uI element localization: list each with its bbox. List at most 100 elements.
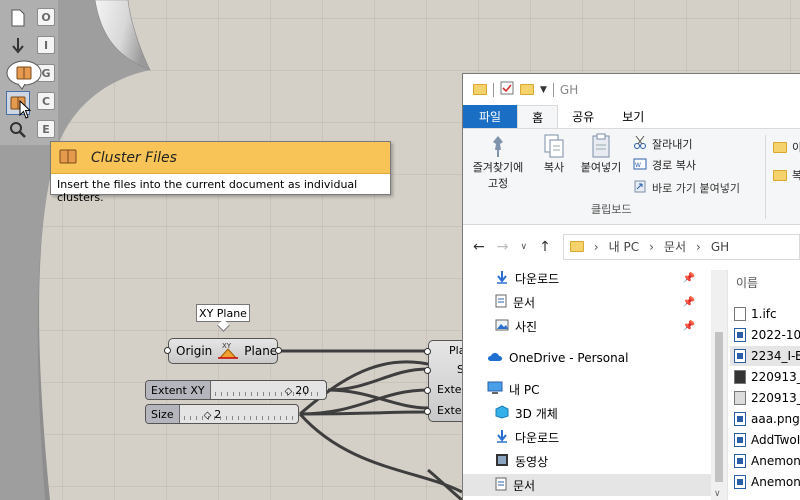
file-item[interactable]: aaa.png: [734, 409, 800, 429]
tab-view[interactable]: 보기: [608, 105, 658, 128]
copy-button[interactable]: 복사: [537, 133, 571, 175]
file-item[interactable]: 2234_I-B: [730, 346, 800, 366]
slider-value[interactable]: 2: [200, 408, 221, 421]
svg-text:W: W: [635, 162, 641, 169]
properties-check-icon[interactable]: [500, 81, 514, 98]
3d-objects-icon: [495, 404, 509, 422]
folder-icon: [473, 84, 487, 95]
slider-track[interactable]: 20: [211, 381, 326, 399]
download-icon: [495, 429, 509, 446]
file-icon: [734, 307, 746, 321]
file-icon: [734, 475, 746, 489]
key-i[interactable]: I: [37, 36, 55, 54]
nav-item-label: 사진: [515, 319, 538, 334]
wire-extent-1: [327, 367, 429, 392]
key-e[interactable]: E: [37, 120, 55, 138]
file-name: 220913_: [751, 370, 800, 384]
address-bar[interactable]: › 내 PC › 문서 › GH: [562, 233, 800, 260]
tab-share[interactable]: 공유: [558, 105, 608, 128]
pin-label: 즐겨찾기에 고정: [472, 161, 524, 190]
nav-item-3d-objects[interactable]: 3D 개체: [495, 402, 558, 424]
tab-home[interactable]: 홈: [517, 105, 559, 128]
copy-to-button[interactable]: 복: [773, 167, 800, 183]
up-arrow-icon[interactable]: ↑: [539, 239, 551, 255]
nav-item-downloads-pc[interactable]: 다운로드: [495, 426, 559, 448]
file-item[interactable]: 220913_: [734, 367, 800, 387]
svg-text:XY: XY: [222, 342, 232, 350]
column-header-name[interactable]: 이름: [736, 274, 758, 291]
window-title: GH: [559, 82, 579, 97]
file-item[interactable]: Anemon: [734, 472, 800, 492]
nav-item-documents-pc[interactable]: 문서: [463, 474, 711, 496]
forward-arrow-icon[interactable]: →: [497, 239, 509, 255]
paste-shortcut-button[interactable]: 바로 가기 붙여넣기: [633, 179, 740, 196]
nav-scrollbar[interactable]: ∨: [711, 270, 727, 500]
breadcrumb-this-pc[interactable]: 내 PC: [609, 238, 639, 255]
pin-icon[interactable]: 📌: [683, 297, 695, 308]
cluster-bubble-icon[interactable]: [6, 60, 44, 90]
slider-name: Extent XY: [146, 381, 211, 399]
file-list[interactable]: 이름 1.ifc 2022-10 2234_I-B 220913_ 220913…: [727, 270, 800, 500]
cut-button[interactable]: 잘라내기: [633, 135, 692, 152]
key-c[interactable]: C: [37, 92, 55, 110]
navigation-pane[interactable]: 다운로드 📌 문서 📌 사진 📌 OneDrive - Personal 내 P…: [463, 270, 727, 500]
breadcrumb-gh[interactable]: GH: [711, 240, 729, 254]
file-item[interactable]: 2022-10: [734, 325, 800, 345]
scrollbar-thumb[interactable]: [715, 332, 723, 482]
magnifier-icon[interactable]: [8, 120, 28, 140]
extent-xy-slider[interactable]: Extent XY 20: [145, 380, 327, 400]
pin-icon: [487, 133, 509, 159]
move-to-label: 이: [792, 139, 800, 155]
file-name: aaa.png: [751, 412, 800, 426]
xy-plane-component[interactable]: Origin XY Plane: [164, 338, 282, 364]
paste-button[interactable]: 붙여넣기: [575, 133, 627, 175]
input-port[interactable]: [424, 408, 431, 415]
file-item[interactable]: AddTwoI: [734, 430, 800, 450]
copy-folder-icon: [773, 169, 787, 181]
input-port[interactable]: [424, 367, 431, 374]
file-item[interactable]: Anemon: [734, 451, 800, 471]
slider-track[interactable]: 2: [180, 405, 298, 423]
quick-access-dropdown-icon[interactable]: ▼: [540, 85, 547, 95]
nav-item-this-pc[interactable]: 내 PC: [487, 378, 539, 400]
nav-item-downloads[interactable]: 다운로드 📌: [495, 267, 711, 289]
title-bar[interactable]: ▼ GH: [463, 74, 800, 105]
file-item[interactable]: 1.ifc: [734, 304, 777, 324]
document-icon: [495, 477, 507, 494]
recent-dropdown-icon[interactable]: ∨: [520, 242, 527, 252]
copy-path-icon: W: [633, 158, 647, 173]
pin-icon[interactable]: 📌: [683, 321, 695, 332]
back-arrow-icon[interactable]: ←: [473, 239, 485, 255]
nav-item-label: OneDrive - Personal: [509, 351, 629, 365]
nav-item-onedrive[interactable]: OneDrive - Personal: [487, 347, 628, 369]
input-port[interactable]: [424, 387, 431, 394]
nav-item-pictures[interactable]: 사진 📌: [495, 315, 711, 337]
slider-value[interactable]: 20: [281, 384, 309, 397]
file-explorer-window[interactable]: ▼ GH 파일 홈 공유 보기 즐겨찾기에 고정 복사 붙여넣기 잘라내기 W …: [462, 73, 800, 500]
paste-shortcut-icon: [633, 179, 647, 196]
scroll-down-icon[interactable]: ∨: [714, 489, 721, 499]
explorer-body: 다운로드 📌 문서 📌 사진 📌 OneDrive - Personal 내 P…: [463, 270, 800, 500]
nav-item-documents[interactable]: 문서 📌: [495, 291, 711, 313]
plane-output-port[interactable]: [275, 347, 282, 354]
pin-to-quick-access-button[interactable]: 즐겨찾기에 고정: [469, 133, 527, 191]
nav-item-videos[interactable]: 동영상: [495, 450, 548, 472]
file-icon: [734, 328, 746, 342]
cluster-icon: [59, 148, 77, 167]
origin-input-port[interactable]: [164, 347, 171, 354]
new-folder-icon[interactable]: [520, 84, 534, 95]
key-o[interactable]: O: [37, 8, 55, 26]
input-port[interactable]: [424, 348, 431, 355]
file-name: 1.ifc: [751, 307, 777, 321]
import-arrow-icon[interactable]: [8, 36, 28, 56]
copy-path-button[interactable]: W 경로 복사: [633, 157, 696, 173]
tab-file[interactable]: 파일: [463, 105, 518, 128]
size-slider[interactable]: Size 2: [145, 404, 299, 424]
pin-icon[interactable]: 📌: [683, 273, 695, 284]
file-item[interactable]: 220913_: [734, 388, 800, 408]
download-icon: [495, 270, 509, 287]
breadcrumb-documents[interactable]: 문서: [664, 238, 686, 255]
cluster-files-tooltip: Cluster Files Insert the files into the …: [50, 141, 391, 204]
open-file-icon[interactable]: [8, 8, 28, 28]
move-to-button[interactable]: 이: [773, 139, 800, 155]
